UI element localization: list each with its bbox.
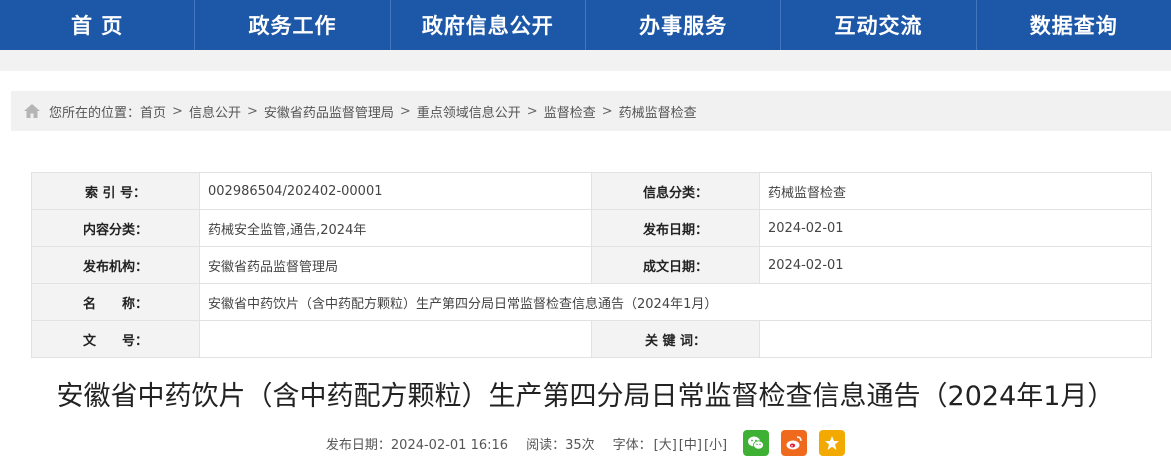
weibo-icon[interactable] xyxy=(781,430,808,456)
publisher-value: 安徽省药品监督管理局 xyxy=(199,246,592,284)
top-navigation: 首 页 政务工作 政府信息公开 办事服务 互动交流 数据查询 xyxy=(0,0,1171,50)
breadcrumb-info-disclosure[interactable]: 信息公开 xyxy=(189,102,241,121)
created-date-value: 2024-02-01 xyxy=(759,246,1152,284)
breadcrumb-prefix: 您所在的位置： xyxy=(49,105,141,121)
index-value: 002986504/202402-00001 xyxy=(199,172,592,210)
category-value: 药械监督检查 xyxy=(759,172,1152,210)
font-size-label: 字体： xyxy=(612,437,652,453)
wechat-icon[interactable] xyxy=(743,430,770,456)
category-label: 信息分类： xyxy=(591,172,760,210)
content-type-label: 内容分类： xyxy=(31,209,200,247)
breadcrumb-key-areas[interactable]: 重点领域信息公开 xyxy=(417,102,521,121)
breadcrumb: 您所在的位置： 首页 > 信息公开 > 安徽省药品监督管理局 > 重点领域信息公… xyxy=(11,91,1171,131)
nav-info-disclosure[interactable]: 政府信息公开 xyxy=(391,0,586,50)
breadcrumb-separator: > xyxy=(172,103,183,119)
breadcrumb-inspection[interactable]: 监督检查 xyxy=(544,102,596,121)
nav-data-query[interactable]: 数据查询 xyxy=(977,0,1171,50)
nav-services[interactable]: 办事服务 xyxy=(586,0,782,50)
nav-government-work[interactable]: 政务工作 xyxy=(195,0,391,50)
content-type-value: 药械安全监管,通告,2024年 xyxy=(199,209,592,247)
created-date-label: 成文日期： xyxy=(591,246,760,284)
keywords-label: 关 键 词： xyxy=(591,320,760,358)
table-row: 文 号： 关 键 词： xyxy=(31,320,1152,358)
table-row: 内容分类： 药械安全监管,通告,2024年 发布日期： 2024-02-01 xyxy=(31,209,1152,247)
breadcrumb-separator: > xyxy=(601,103,613,119)
publish-date-value: 2024-02-01 xyxy=(759,209,1152,247)
doc-no-value xyxy=(199,320,592,358)
read-count: 阅读：35次 xyxy=(526,437,595,453)
header-gap xyxy=(0,50,1171,71)
font-medium-button[interactable]: [中] xyxy=(679,434,702,453)
nav-interaction[interactable]: 互动交流 xyxy=(781,0,977,50)
breadcrumb-separator: > xyxy=(526,103,538,119)
home-icon xyxy=(23,103,41,119)
doc-no-label: 文 号： xyxy=(31,320,200,358)
nav-home[interactable]: 首 页 xyxy=(0,0,196,50)
document-meta-table: 索 引 号： 002986504/202402-00001 信息分类： 药械监督… xyxy=(31,172,1152,358)
table-row: 名 称： 安徽省中药饮片（含中药配方颗粒）生产第四分局日常监督检查信息通告（20… xyxy=(31,283,1152,321)
share-buttons xyxy=(743,430,846,456)
breadcrumb-drug-device-inspection[interactable]: 药械监督检查 xyxy=(619,102,697,121)
publish-date-label: 发布日期： xyxy=(591,209,760,247)
breadcrumb-separator: > xyxy=(399,103,411,119)
table-row: 发布机构： 安徽省药品监督管理局 成文日期： 2024-02-01 xyxy=(31,246,1152,284)
favorite-icon[interactable] xyxy=(819,430,846,456)
table-row: 索 引 号： 002986504/202402-00001 信息分类： 药械监督… xyxy=(31,172,1152,210)
publish-datetime: 发布日期：2024-02-01 16:16 xyxy=(325,437,509,453)
publisher-label: 发布机构： xyxy=(31,246,200,284)
font-large-button[interactable]: [大] xyxy=(654,434,677,453)
keywords-value xyxy=(759,320,1152,358)
name-value: 安徽省中药饮片（含中药配方颗粒）生产第四分局日常监督检查信息通告（2024年1月… xyxy=(199,283,1152,321)
name-label: 名 称： xyxy=(31,283,200,321)
font-small-button[interactable]: [小] xyxy=(704,434,727,453)
breadcrumb-bureau[interactable]: 安徽省药品监督管理局 xyxy=(264,102,394,121)
article-info-bar: 发布日期：2024-02-01 16:16 阅读：35次 字体： [大] [中]… xyxy=(0,430,1171,456)
index-label: 索 引 号： xyxy=(31,172,200,210)
article-title: 安徽省中药饮片（含中药配方颗粒）生产第四分局日常监督检查信息通告（2024年1月… xyxy=(56,381,1115,412)
breadcrumb-home[interactable]: 首页 xyxy=(140,102,166,121)
breadcrumb-separator: > xyxy=(246,103,258,119)
